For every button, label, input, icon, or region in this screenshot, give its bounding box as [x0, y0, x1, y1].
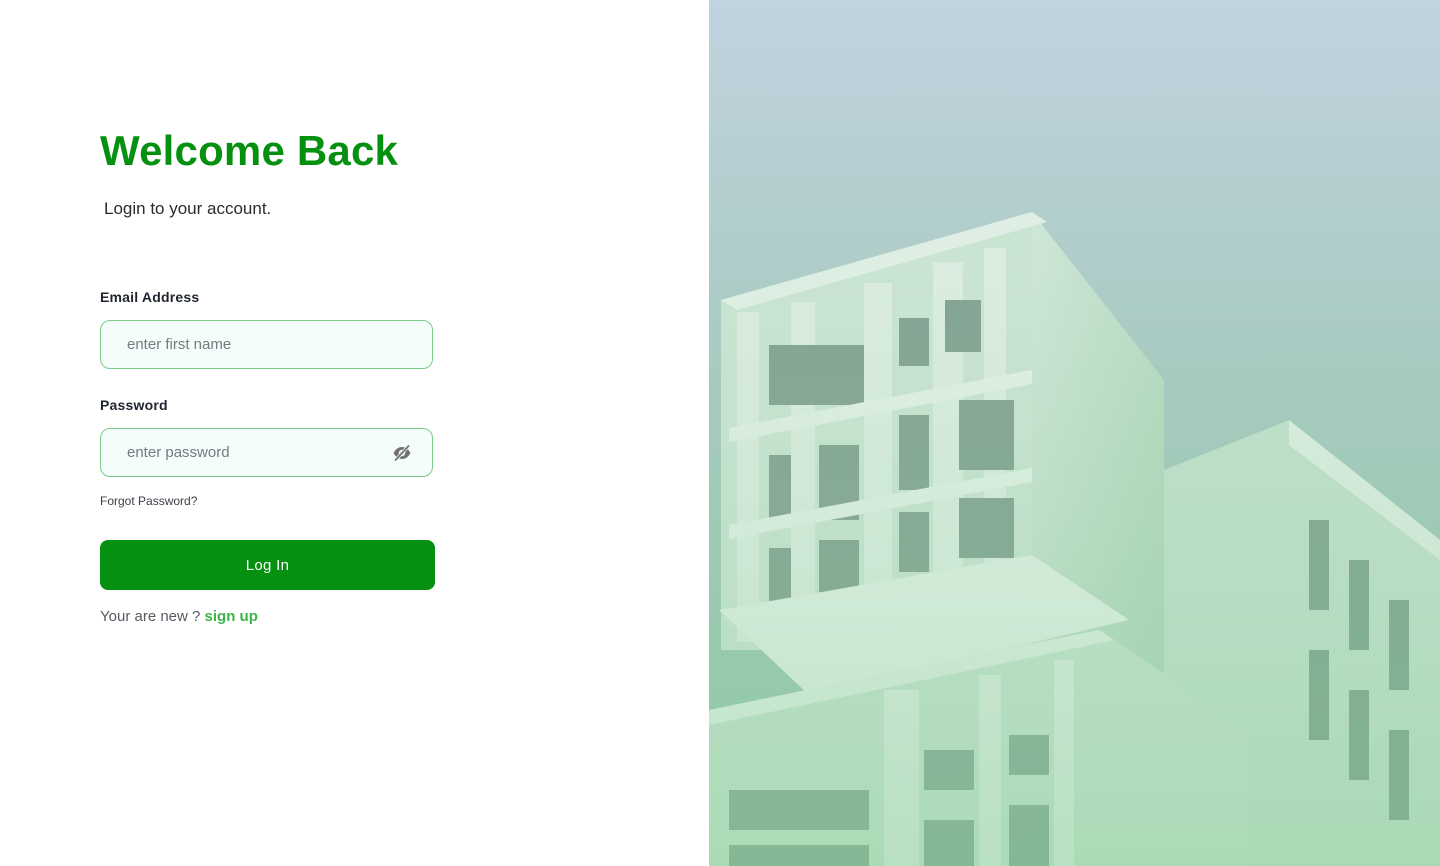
password-label: Password	[100, 397, 168, 413]
building-illustration	[709, 0, 1440, 866]
signup-row: Your are new ? sign up	[100, 607, 258, 627]
login-panel: Welcome Back Login to your account. Emai…	[0, 0, 709, 866]
email-label: Email Address	[100, 289, 200, 305]
password-field-container	[100, 428, 433, 477]
password-field[interactable]	[127, 429, 387, 476]
login-button[interactable]: Log In	[100, 540, 435, 590]
email-field[interactable]	[127, 321, 387, 368]
page-subtitle: Login to your account.	[104, 199, 272, 218]
login-page: Welcome Back Login to your account. Emai…	[0, 0, 1440, 866]
eye-off-icon[interactable]	[392, 444, 412, 462]
signup-link[interactable]: sign up	[205, 608, 258, 625]
signup-prompt: Your are new ?	[100, 608, 201, 625]
forgot-password-link[interactable]: Forgot Password?	[100, 493, 197, 509]
email-field-container	[100, 320, 433, 369]
page-title: Welcome Back	[100, 127, 399, 174]
hero-image	[709, 0, 1440, 866]
